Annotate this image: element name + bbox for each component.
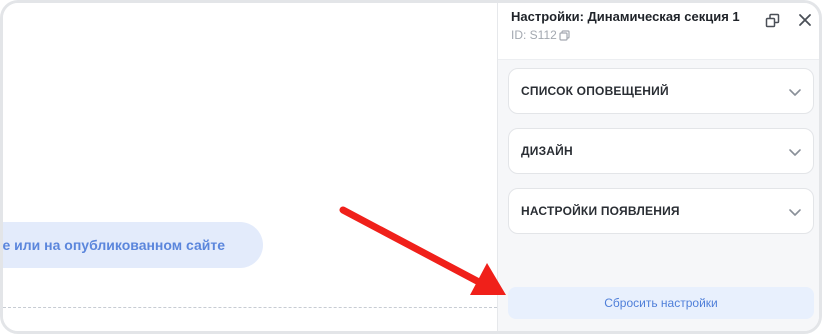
editor-canvas: е или на опубликованном сайте [2,3,497,331]
section-appearance-settings[interactable]: НАСТРОЙКИ ПОЯВЛЕНИЯ [508,188,814,234]
panel-title: Настройки: Динамическая секция 1 [511,9,740,24]
section-id-text: ID: S112 [511,28,557,42]
preview-banner-text: е или на опубликованном сайте [2,237,225,253]
chevron-down-icon [789,89,801,96]
settings-panel-header: Настройки: Динамическая секция 1 ID: S11… [498,3,819,60]
chevron-down-icon [789,209,801,216]
section-id: ID: S112 [511,28,570,42]
reset-settings-button[interactable]: Сбросить настройки [508,287,814,319]
settings-panel: Настройки: Динамическая секция 1 ID: S11… [497,3,819,331]
section-design[interactable]: ДИЗАЙН [508,128,814,174]
section-label: НАСТРОЙКИ ПОЯВЛЕНИЯ [521,204,680,218]
section-boundary-line [3,307,497,308]
preview-banner: е или на опубликованном сайте [2,222,263,268]
detach-window-icon[interactable] [764,12,780,28]
app-window: е или на опубликованном сайте Настройки:… [0,0,822,334]
section-notifications-list[interactable]: СПИСОК ОПОВЕЩЕНИЙ [508,68,814,114]
close-icon[interactable] [797,12,813,28]
section-label: ДИЗАЙН [521,144,573,158]
copy-icon[interactable] [559,29,570,41]
chevron-down-icon [789,149,801,156]
section-label: СПИСОК ОПОВЕЩЕНИЙ [521,84,669,98]
